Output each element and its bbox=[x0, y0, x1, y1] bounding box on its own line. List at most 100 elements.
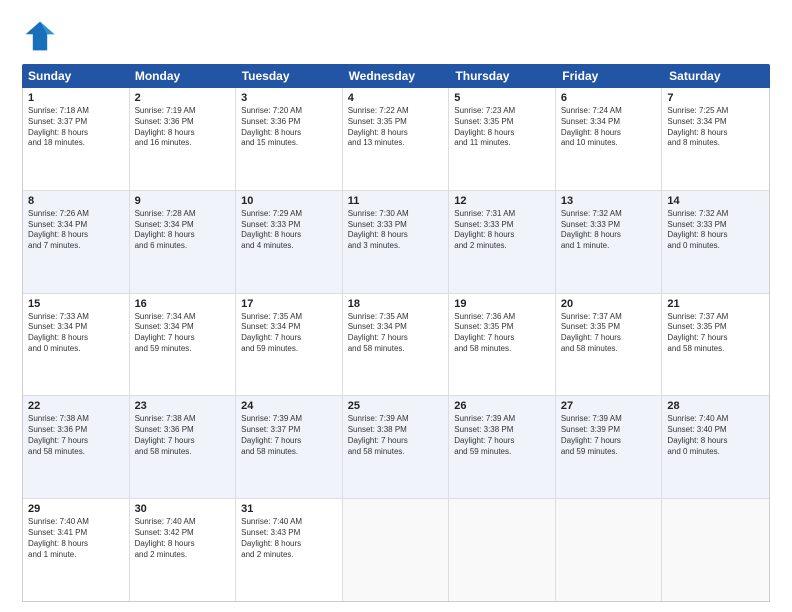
cell-info-line: Sunset: 3:34 PM bbox=[348, 322, 444, 333]
header-day-wednesday: Wednesday bbox=[343, 64, 450, 88]
cell-info-line: Sunrise: 7:26 AM bbox=[28, 209, 124, 220]
table-row: 25Sunrise: 7:39 AMSunset: 3:38 PMDayligh… bbox=[343, 396, 450, 498]
cell-info-line: Daylight: 7 hours bbox=[454, 436, 550, 447]
cell-info-line: Sunset: 3:34 PM bbox=[28, 322, 124, 333]
header-day-saturday: Saturday bbox=[663, 64, 770, 88]
cell-info-line: Sunrise: 7:25 AM bbox=[667, 106, 764, 117]
header-day-sunday: Sunday bbox=[22, 64, 129, 88]
header-day-monday: Monday bbox=[129, 64, 236, 88]
cell-info-line: Daylight: 7 hours bbox=[454, 333, 550, 344]
cell-info-line: Sunrise: 7:20 AM bbox=[241, 106, 337, 117]
cell-info-line: Sunset: 3:35 PM bbox=[454, 117, 550, 128]
cell-info-line: Sunset: 3:34 PM bbox=[28, 220, 124, 231]
cell-info-line: Daylight: 8 hours bbox=[241, 539, 337, 550]
table-row: 27Sunrise: 7:39 AMSunset: 3:39 PMDayligh… bbox=[556, 396, 663, 498]
cell-info-line: Sunset: 3:34 PM bbox=[561, 117, 657, 128]
table-row: 20Sunrise: 7:37 AMSunset: 3:35 PMDayligh… bbox=[556, 294, 663, 396]
cell-info-line: Sunset: 3:41 PM bbox=[28, 528, 124, 539]
table-row: 13Sunrise: 7:32 AMSunset: 3:33 PMDayligh… bbox=[556, 191, 663, 293]
table-row: 3 Sunrise: 7:20 AMSunset: 3:36 PMDaylight… bbox=[236, 88, 343, 190]
cell-info-line: Sunrise: 7:22 AM bbox=[348, 106, 444, 117]
cell-info-line: Daylight: 8 hours bbox=[241, 128, 337, 139]
day-number: 9 bbox=[135, 195, 231, 207]
day-number: 16 bbox=[135, 298, 231, 310]
cell-info-line: Daylight: 8 hours bbox=[135, 230, 231, 241]
cell-info-line: Daylight: 8 hours bbox=[561, 128, 657, 139]
cell-info-line: Sunrise: 7:23 AM bbox=[454, 106, 550, 117]
day-number: 29 bbox=[28, 503, 124, 515]
calendar-header: SundayMondayTuesdayWednesdayThursdayFrid… bbox=[22, 64, 770, 88]
cell-info-line: Daylight: 7 hours bbox=[348, 436, 444, 447]
table-row bbox=[343, 499, 450, 601]
day-number: 10 bbox=[241, 195, 337, 207]
day-number: 1 bbox=[28, 92, 124, 104]
cell-info-line: Sunrise: 7:39 AM bbox=[348, 414, 444, 425]
cell-info-line: Sunrise: 7:28 AM bbox=[135, 209, 231, 220]
table-row: 30Sunrise: 7:40 AMSunset: 3:42 PMDayligh… bbox=[130, 499, 237, 601]
cell-info-line: Daylight: 7 hours bbox=[561, 436, 657, 447]
cell-info-line: Daylight: 7 hours bbox=[28, 436, 124, 447]
table-row: 1Sunrise: 7:18 AMSunset: 3:37 PMDaylight… bbox=[23, 88, 130, 190]
day-number: 22 bbox=[28, 400, 124, 412]
table-row: 8Sunrise: 7:26 AMSunset: 3:34 PMDaylight… bbox=[23, 191, 130, 293]
table-row: 23Sunrise: 7:38 AMSunset: 3:36 PMDayligh… bbox=[130, 396, 237, 498]
cell-info-line: Daylight: 8 hours bbox=[135, 128, 231, 139]
table-row: 15Sunrise: 7:33 AMSunset: 3:34 PMDayligh… bbox=[23, 294, 130, 396]
header-day-thursday: Thursday bbox=[449, 64, 556, 88]
cell-info-line: Sunset: 3:35 PM bbox=[561, 322, 657, 333]
table-row: 10Sunrise: 7:29 AMSunset: 3:33 PMDayligh… bbox=[236, 191, 343, 293]
day-number: 3 bbox=[241, 92, 337, 104]
cell-info-line: Sunset: 3:39 PM bbox=[561, 425, 657, 436]
cell-info-line: and 15 minutes. bbox=[241, 138, 337, 149]
cell-info-line: Sunrise: 7:32 AM bbox=[561, 209, 657, 220]
calendar-week-5: 29Sunrise: 7:40 AMSunset: 3:41 PMDayligh… bbox=[23, 499, 769, 601]
cell-info-line: Sunrise: 7:40 AM bbox=[241, 517, 337, 528]
cell-info-line: Sunset: 3:35 PM bbox=[667, 322, 764, 333]
day-number: 4 bbox=[348, 92, 444, 104]
table-row: 22Sunrise: 7:38 AMSunset: 3:36 PMDayligh… bbox=[23, 396, 130, 498]
cell-info-line: and 58 minutes. bbox=[348, 447, 444, 458]
header bbox=[22, 18, 770, 54]
cell-info-line: Sunset: 3:37 PM bbox=[241, 425, 337, 436]
day-number: 31 bbox=[241, 503, 337, 515]
cell-info-line: Daylight: 8 hours bbox=[667, 128, 764, 139]
table-row: 4Sunrise: 7:22 AMSunset: 3:35 PMDaylight… bbox=[343, 88, 450, 190]
page: SundayMondayTuesdayWednesdayThursdayFrid… bbox=[0, 0, 792, 612]
cell-info-line: and 10 minutes. bbox=[561, 138, 657, 149]
table-row: 16Sunrise: 7:34 AMSunset: 3:34 PMDayligh… bbox=[130, 294, 237, 396]
cell-info-line: Sunset: 3:36 PM bbox=[135, 117, 231, 128]
day-number: 11 bbox=[348, 195, 444, 207]
table-row: 9Sunrise: 7:28 AMSunset: 3:34 PMDaylight… bbox=[130, 191, 237, 293]
cell-info-line: Sunset: 3:43 PM bbox=[241, 528, 337, 539]
cell-info-line: and 4 minutes. bbox=[241, 241, 337, 252]
cell-info-line: Sunrise: 7:34 AM bbox=[135, 312, 231, 323]
day-number: 2 bbox=[135, 92, 231, 104]
cell-info-line: and 58 minutes. bbox=[28, 447, 124, 458]
cell-info-line: Sunrise: 7:31 AM bbox=[454, 209, 550, 220]
cell-info-line: Daylight: 8 hours bbox=[28, 539, 124, 550]
cell-info-line: Sunset: 3:36 PM bbox=[241, 117, 337, 128]
cell-info-line: Daylight: 7 hours bbox=[348, 333, 444, 344]
cell-info-line: Sunset: 3:38 PM bbox=[454, 425, 550, 436]
cell-info-line: and 11 minutes. bbox=[454, 138, 550, 149]
day-number: 27 bbox=[561, 400, 657, 412]
cell-info-line: Sunrise: 7:19 AM bbox=[135, 106, 231, 117]
table-row: 26Sunrise: 7:39 AMSunset: 3:38 PMDayligh… bbox=[449, 396, 556, 498]
cell-info-line: Sunset: 3:38 PM bbox=[348, 425, 444, 436]
cell-info-line: Sunset: 3:33 PM bbox=[454, 220, 550, 231]
table-row bbox=[556, 499, 663, 601]
cell-info-line: Sunset: 3:40 PM bbox=[667, 425, 764, 436]
cell-info-line: Daylight: 8 hours bbox=[561, 230, 657, 241]
day-number: 26 bbox=[454, 400, 550, 412]
cell-info-line: Sunrise: 7:38 AM bbox=[135, 414, 231, 425]
cell-info-line: and 6 minutes. bbox=[135, 241, 231, 252]
table-row bbox=[662, 499, 769, 601]
cell-info-line: Sunset: 3:42 PM bbox=[135, 528, 231, 539]
cell-info-line: Daylight: 8 hours bbox=[241, 230, 337, 241]
table-row: 2 Sunrise: 7:19 AMSunset: 3:36 PMDaylight… bbox=[130, 88, 237, 190]
cell-info-line: and 58 minutes. bbox=[454, 344, 550, 355]
cell-info-line: Sunset: 3:33 PM bbox=[561, 220, 657, 231]
cell-info-line: Daylight: 8 hours bbox=[28, 128, 124, 139]
cell-info-line: and 1 minute. bbox=[28, 550, 124, 561]
cell-info-line: Sunrise: 7:30 AM bbox=[348, 209, 444, 220]
